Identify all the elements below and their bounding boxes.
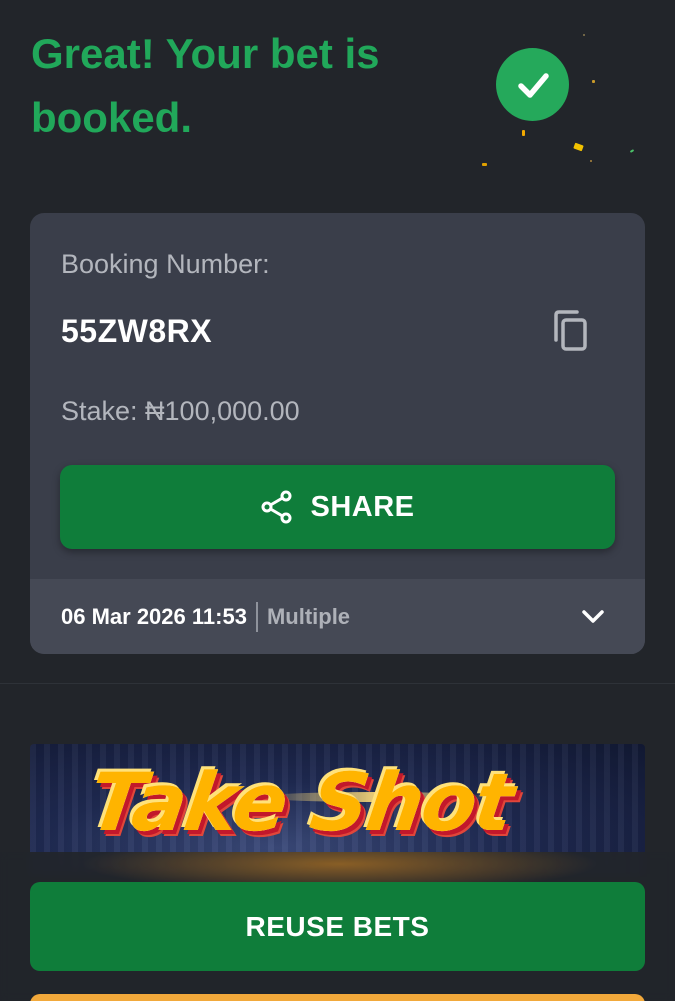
copy-icon: [554, 310, 587, 351]
chevron-down-icon: [582, 610, 604, 623]
share-button[interactable]: SHARE: [60, 465, 615, 549]
share-icon: [261, 490, 292, 524]
banner-logo-text: Take Shot: [83, 756, 518, 849]
booking-number: 55ZW8RX: [61, 313, 213, 349]
bet-details-toggle[interactable]: 06 Mar 2026 11:53 Multiple: [30, 579, 645, 654]
booking-card: Booking Number: 55ZW8RX Stake: ₦100,000.…: [30, 213, 645, 654]
booking-date: 06 Mar 2026 11:53: [61, 603, 247, 629]
confetti-piece: [573, 142, 584, 152]
footer-divider: [255, 601, 258, 632]
reuse-bets-button[interactable]: REUSE BETS: [30, 882, 645, 971]
bet-type: Multiple: [266, 603, 351, 629]
confetti-piece: [590, 160, 592, 162]
copy-button[interactable]: [546, 307, 594, 355]
confetti-piece: [629, 149, 635, 153]
booking-number-label: Booking Number:: [61, 249, 270, 279]
page-title: Great! Your bet is booked.: [31, 30, 380, 141]
confetti-piece: [482, 163, 487, 166]
share-button-label: SHARE: [310, 490, 415, 523]
expand-button[interactable]: [579, 603, 607, 631]
section-divider: [0, 683, 675, 684]
secondary-action-button[interactable]: [30, 994, 645, 1001]
confetti-piece: [592, 80, 595, 83]
stake-amount: Stake: ₦100,000.00: [61, 396, 300, 426]
check-circle-icon: [496, 48, 569, 121]
reuse-bets-label: REUSE BETS: [245, 910, 430, 942]
confetti-piece: [583, 34, 585, 36]
confetti-piece: [522, 130, 525, 136]
